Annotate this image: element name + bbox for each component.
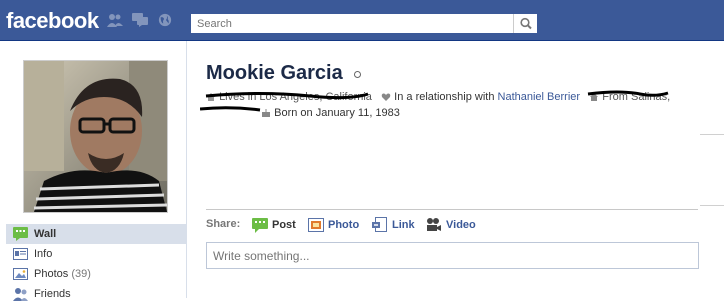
search-input[interactable]	[191, 14, 513, 33]
search-box	[190, 13, 538, 34]
lives-in-text: Lives in Los Angeles, California	[219, 91, 372, 104]
born-text: Born on January 11, 1983	[274, 107, 400, 120]
share-label: Share:	[206, 218, 241, 230]
link-icon	[372, 217, 387, 232]
info-icon	[13, 248, 28, 260]
search-button[interactable]	[513, 14, 537, 33]
share-photo-button[interactable]: Photo	[308, 217, 359, 233]
friends-icon	[13, 288, 28, 301]
share-post-button[interactable]: Post	[252, 217, 296, 233]
header-divider	[206, 209, 698, 210]
write-something-input[interactable]	[207, 243, 698, 268]
profile-name: Mookie Garcia	[206, 62, 343, 84]
photos-icon	[13, 268, 28, 280]
messages-icon[interactable]	[132, 13, 148, 27]
sidebar-item-label: Wall	[34, 228, 57, 240]
post-icon	[252, 218, 268, 233]
friend-requests-icon[interactable]	[107, 13, 123, 27]
sidebar-item-label: Info	[34, 248, 53, 260]
online-status-icon	[354, 71, 361, 78]
partner-link[interactable]: Nathaniel Berrier	[498, 91, 581, 103]
sidebar-item-label: Friends	[34, 288, 71, 300]
top-bar: facebook	[0, 0, 724, 41]
status-composer	[206, 242, 699, 269]
share-video-button[interactable]: Video	[426, 217, 476, 233]
relationship-text: In a relationship with	[394, 91, 495, 104]
facebook-logo[interactable]: facebook	[6, 8, 99, 34]
birthday-icon	[262, 109, 271, 118]
right-divider	[700, 134, 724, 135]
from-text: From Salinas,	[602, 91, 671, 104]
home-icon	[207, 93, 215, 102]
hometown-icon	[590, 93, 599, 102]
search-icon	[520, 17, 532, 30]
sidebar-item-wall[interactable]: Wall	[6, 224, 186, 244]
profile-info-line-2: Born on January 11, 1983	[206, 107, 400, 119]
right-divider	[700, 205, 724, 206]
profile-nav: Wall Info Photos (39) Friends	[6, 224, 186, 304]
share-link-button[interactable]: Link	[372, 217, 415, 233]
sidebar-item-friends[interactable]: Friends	[6, 284, 186, 304]
sidebar-item-label: Photos	[34, 268, 69, 280]
profile-info-line-1: Lives in Los Angeles, California In a re…	[206, 91, 670, 103]
profile-picture[interactable]	[23, 60, 168, 213]
photos-count: (39)	[71, 268, 91, 280]
sidebar-item-photos[interactable]: Photos (39)	[6, 264, 186, 284]
wall-icon	[13, 227, 28, 241]
photo-icon	[308, 218, 324, 232]
notifications-globe-icon[interactable]	[157, 13, 173, 27]
video-camera-icon	[427, 218, 441, 231]
heart-icon	[381, 93, 391, 102]
sidebar-item-info[interactable]: Info	[6, 244, 186, 264]
profile-photo-image	[24, 61, 168, 212]
